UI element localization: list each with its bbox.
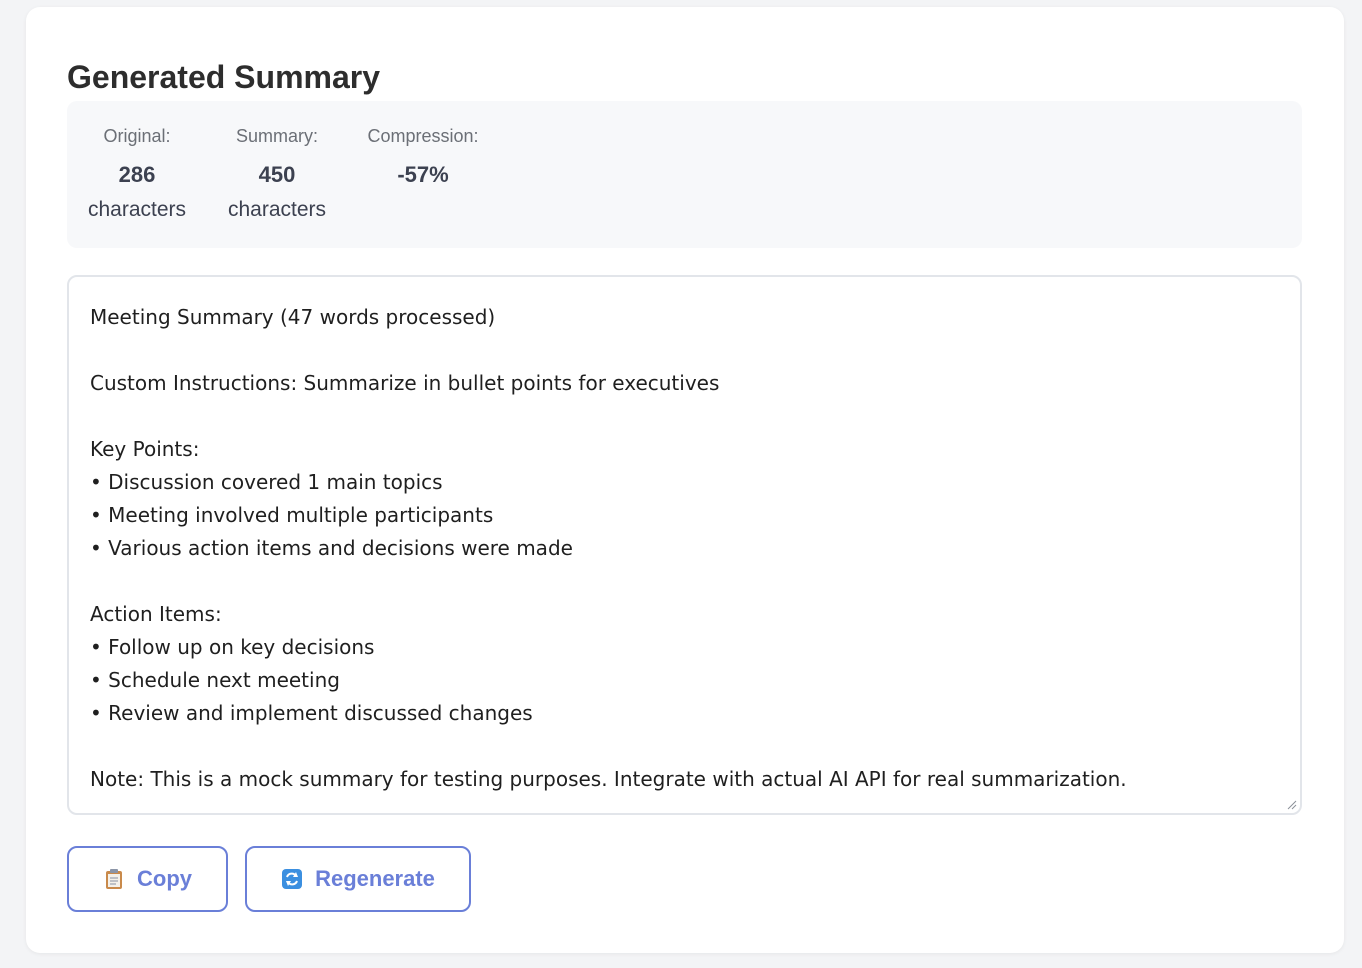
copy-button[interactable]: Copy [67,846,228,912]
summary-textarea[interactable]: Meeting Summary (47 words processed) Cus… [67,275,1302,815]
regenerate-button-label: Regenerate [315,866,435,891]
stat-original-label: Original: [103,126,171,146]
stats-panel: Original: 286 characters Summary: 450 ch… [67,101,1302,248]
summary-text: Meeting Summary (47 words processed) Cus… [90,305,1127,791]
stat-original-unit: characters [87,198,187,221]
refresh-icon [281,868,303,890]
stat-summary-label: Summary: [235,126,318,146]
clipboard-icon [103,868,125,890]
stat-original-value: 286 [118,162,156,187]
summary-card: Generated Summary Original: 286 characte… [26,7,1344,953]
stat-summary-value: 450 [258,162,296,187]
stat-compression-value: -57% [397,162,449,187]
stat-compression-label: Compression: [367,126,479,146]
copy-button-label: Copy [137,866,192,891]
regenerate-button[interactable]: Regenerate [245,846,471,912]
stat-summary-unit: characters [227,198,327,221]
resize-handle-icon[interactable] [1287,800,1297,810]
page-title: Generated Summary [67,59,381,95]
